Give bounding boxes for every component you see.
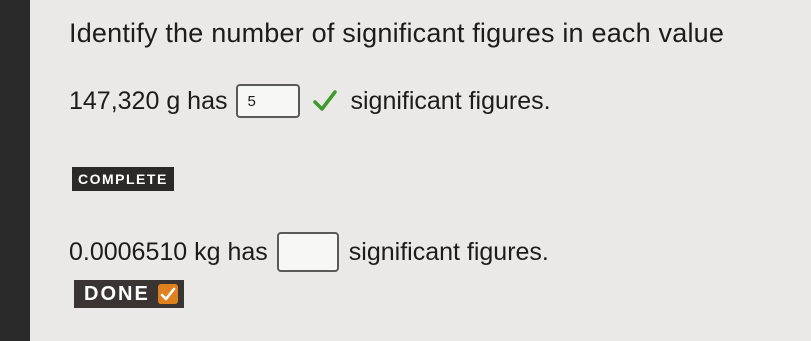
- answer-input-2[interactable]: [276, 232, 339, 272]
- question-1-suffix: significant figures.: [350, 86, 551, 115]
- complete-badge: COMPLETE: [72, 167, 174, 191]
- done-button[interactable]: DONE: [74, 280, 184, 308]
- checkmark-icon: [312, 88, 338, 114]
- question-2-suffix: significant figures.: [348, 237, 549, 266]
- question-1-value: 147,320 g has: [69, 86, 228, 115]
- question-row-2: 0.0006510 kg has significant figures.: [69, 232, 549, 272]
- answer-1-value: 5: [247, 92, 256, 110]
- question-row-1: 147,320 g has 5 significant figures.: [69, 84, 551, 118]
- done-button-label: DONE: [84, 282, 150, 305]
- instructions-heading: Identify the number of significant figur…: [69, 18, 725, 48]
- question-2-value: 0.0006510 kg has: [69, 237, 268, 266]
- left-edge-shadow: [0, 0, 30, 341]
- done-check-icon: [157, 284, 178, 304]
- complete-badge-label: COMPLETE: [78, 171, 168, 187]
- answer-input-1[interactable]: 5: [236, 84, 301, 118]
